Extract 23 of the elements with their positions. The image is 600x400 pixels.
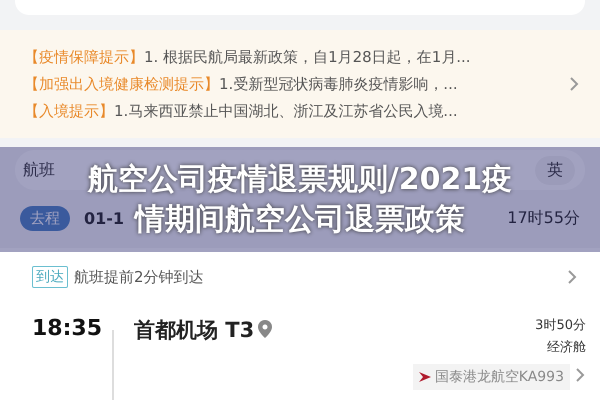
chevron-icon[interactable]: [574, 366, 586, 384]
banner-title: 航空公司疫情退票规则/2021疫: [88, 160, 512, 198]
cabin-class: 经济舱: [547, 339, 586, 356]
chevron-icon[interactable]: [566, 268, 578, 286]
trip-tag: 去程: [20, 206, 70, 230]
airport-name: 首都机场 T3: [134, 317, 254, 344]
location-pin-icon[interactable]: [258, 320, 272, 340]
trip-duration: 17时55分: [507, 208, 580, 228]
flight-duration: 3时50分: [535, 317, 586, 334]
airline-logo-icon: [418, 372, 431, 382]
chevron-icon[interactable]: [568, 75, 580, 93]
language-toggle[interactable]: 英: [535, 156, 575, 184]
airline-chip[interactable]: 国泰港龙航空KA993: [412, 364, 570, 390]
arrival-tag: 到达: [32, 266, 68, 288]
notice-panel[interactable]: 【疫情保障提示】1. 根据民航局最新政策，自1月28日起，在1月... 【加强出入境健康检测提示】1.受新型冠状病毒肺炎疫情影响，... 【入境提示】1.马来西亚禁止中国湖北、浙江及江苏省公民入境...: [0, 30, 600, 138]
departure-time: 18:35: [32, 316, 104, 343]
notice-line: 【加强出入境健康检测提示】1.受新型冠状病毒肺炎疫情影响，...: [24, 74, 459, 94]
notice-line: 【入境提示】1.马来西亚禁止中国湖北、浙江及江苏省公民入境...: [24, 102, 459, 120]
trip-date: 01-1: [84, 208, 124, 228]
arrival-text: 航班提前2分钟到达: [74, 268, 205, 286]
banner-title: 情期间航空公司退票政策: [135, 200, 465, 238]
flight-label: 航班: [23, 160, 55, 180]
notice-line: 【疫情保障提示】1. 根据民航局最新政策，自1月28日起，在1月...: [24, 48, 472, 66]
